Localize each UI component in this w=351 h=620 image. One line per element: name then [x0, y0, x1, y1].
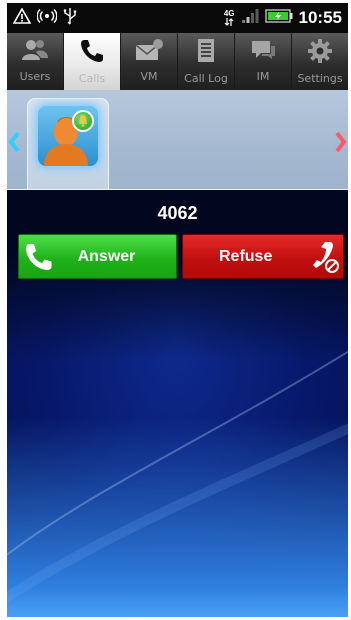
tab-calls-label: Calls — [78, 72, 106, 85]
answer-label: Answer — [77, 248, 136, 265]
status-bar: 4G 10:55 — [7, 3, 348, 33]
signal-icon — [241, 8, 259, 29]
voicemail-icon — [134, 38, 164, 67]
clock: 10:55 — [298, 8, 342, 27]
chat-icon — [249, 38, 277, 67]
network-type-icon: 4G — [224, 10, 235, 26]
gear-icon — [307, 38, 333, 69]
tab-users-label: Users — [19, 70, 51, 83]
users-icon — [21, 38, 49, 67]
tab-calls[interactable]: Calls — [64, 33, 121, 90]
call-log-icon — [195, 38, 217, 69]
tab-im-label: IM — [256, 70, 270, 83]
refuse-button[interactable]: Refuse — [182, 234, 344, 279]
tab-settings-label: Settings — [297, 72, 343, 85]
incoming-call-badge — [72, 110, 94, 132]
caller-number: 4062 — [157, 203, 198, 223]
answer-button[interactable]: Answer — [18, 234, 177, 279]
previous-arrow-icon[interactable] — [8, 131, 20, 158]
battery-icon — [264, 8, 293, 29]
wifi-hotspot-icon — [36, 8, 58, 29]
network-type-label: 4G — [223, 9, 235, 18]
tab-vm[interactable]: VM — [121, 33, 178, 90]
tab-settings[interactable]: Settings — [292, 33, 348, 90]
phone-screen: 4G 10:55 Users Calls VM Call Log IM Sett… — [7, 3, 348, 617]
next-arrow-icon[interactable] — [335, 131, 347, 158]
caller-avatar — [38, 106, 98, 166]
tab-im[interactable]: IM — [235, 33, 292, 90]
tab-call-log-label: Call Log — [184, 72, 228, 85]
phone-icon — [79, 38, 105, 69]
warning-icon — [12, 6, 32, 29]
refuse-label: Refuse — [219, 248, 273, 265]
tab-bar: Users Calls VM Call Log IM Settings — [7, 33, 348, 90]
tab-vm-label: VM — [140, 70, 158, 83]
bell-icon — [79, 115, 87, 127]
hangup-icon — [305, 239, 341, 280]
tab-users[interactable]: Users — [7, 33, 64, 90]
usb-icon — [63, 7, 77, 30]
tab-call-log[interactable]: Call Log — [178, 33, 235, 90]
